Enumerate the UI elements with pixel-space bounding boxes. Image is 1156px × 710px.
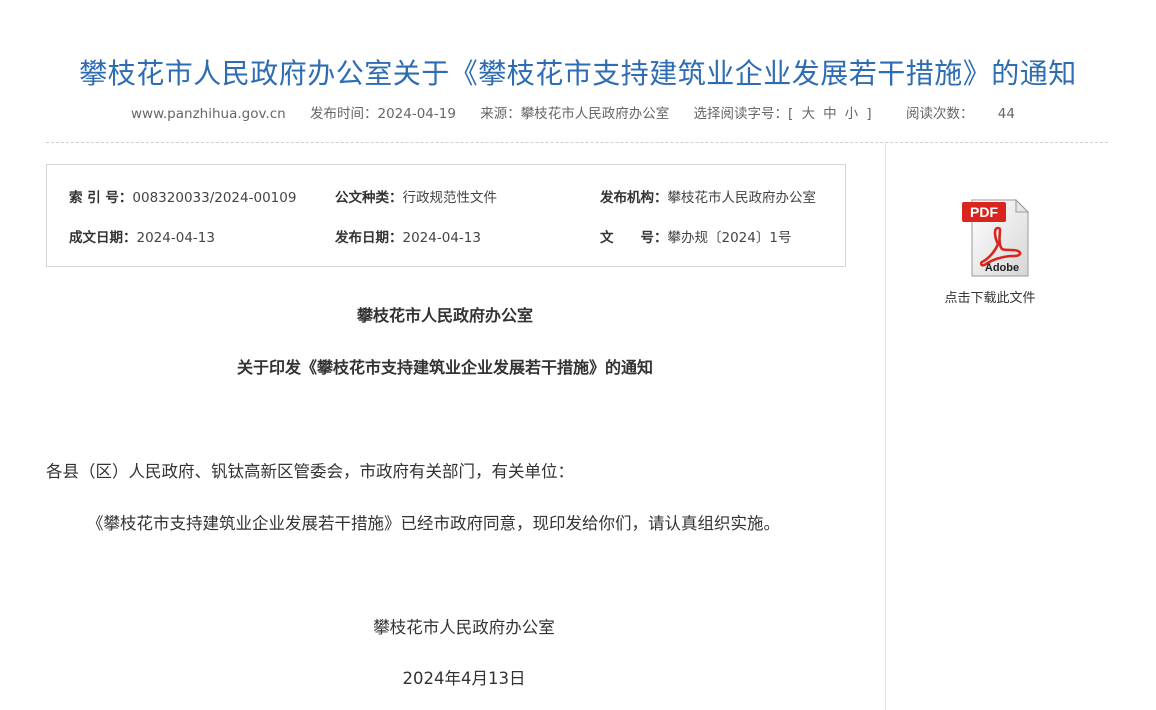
info-issuer: 发布机构：攀枝花市人民政府办公室 — [600, 186, 816, 206]
bracket-open: [ — [788, 106, 794, 122]
site-url[interactable]: www.panzhihua.gov.cn — [131, 106, 286, 122]
adobe-text: Adobe — [985, 262, 1019, 274]
info-publish-value: 2024-04-13 — [402, 230, 481, 246]
doc-signature-date: 2024年4月13日 — [402, 669, 526, 688]
view-count: 阅读次数： 44 — [896, 106, 1025, 122]
info-publish-date: 发布日期：2024-04-13 — [335, 226, 481, 246]
doc-recipients: 各县（区）人民政府、钒钛高新区管委会，市政府有关部门，有关单位： — [46, 462, 574, 481]
info-issuer-label: 发布机构： — [600, 190, 668, 206]
doc-heading-title: 关于印发《攀枝花市支持建筑业企业发展若干措施》的通知 — [236, 358, 653, 377]
sidebar-divider — [885, 143, 886, 710]
info-issuer-value: 攀枝花市人民政府办公室 — [667, 190, 817, 206]
info-written-label: 成文日期： — [69, 230, 137, 246]
info-doc-number-value: 攀办规〔2024〕1号 — [667, 230, 792, 246]
font-size-selector: 选择阅读字号：[ 大中小 ] — [694, 106, 872, 122]
info-written-value: 2024-04-13 — [136, 230, 215, 246]
info-written-date: 成文日期：2024-04-13 — [69, 226, 215, 246]
pdf-icon[interactable]: PDF Adobe — [950, 198, 1030, 278]
download-file-link[interactable]: 点击下载此文件 — [938, 287, 1042, 306]
font-size-small-button[interactable]: 小 — [845, 106, 859, 122]
info-doc-number-label: 文 号： — [600, 230, 668, 246]
pdf-download-link[interactable]: PDF Adobe 点击下载此文件 — [940, 198, 1040, 306]
info-publish-label: 发布日期： — [335, 230, 403, 246]
doc-signature-org: 攀枝花市人民政府办公室 — [373, 618, 555, 637]
info-doc-number: 文 号：攀办规〔2024〕1号 — [600, 226, 791, 246]
publish-time: 发布时间：2024-04-19 — [309, 106, 456, 122]
article-meta-bar: www.panzhihua.gov.cn 发布时间：2024-04-19 来源：… — [0, 102, 1156, 122]
info-doc-type: 公文种类：行政规范性文件 — [335, 186, 497, 206]
font-size-large-button[interactable]: 大 — [802, 106, 816, 122]
document-info-box: 索 引 号：008320033/2024-00109 公文种类：行政规范性文件 … — [46, 164, 846, 267]
bracket-close: ] — [866, 106, 872, 122]
view-count-label: 阅读次数： — [906, 106, 974, 122]
source: 来源：攀枝花市人民政府办公室 — [480, 106, 670, 122]
info-index-label: 索 引 号： — [69, 190, 133, 206]
view-count-value: 44 — [997, 106, 1015, 122]
info-doc-type-value: 行政规范性文件 — [402, 190, 498, 206]
pdf-badge-text: PDF — [970, 204, 998, 220]
info-doc-type-label: 公文种类： — [335, 190, 403, 206]
font-size-label: 选择阅读字号： — [693, 106, 789, 122]
info-index: 索 引 号：008320033/2024-00109 — [69, 186, 296, 206]
header-divider — [46, 142, 1108, 143]
doc-heading-org: 攀枝花市人民政府办公室 — [356, 306, 533, 325]
font-size-medium-button[interactable]: 中 — [823, 106, 837, 122]
info-index-value: 008320033/2024-00109 — [132, 190, 297, 206]
doc-body-paragraph: 《攀枝花市支持建筑业企业发展若干措施》已经市政府同意，现印发给你们，请认真组织实… — [87, 514, 780, 533]
page-title: 攀枝花市人民政府办公室关于《攀枝花市支持建筑业企业发展若干措施》的通知 — [79, 56, 1077, 90]
